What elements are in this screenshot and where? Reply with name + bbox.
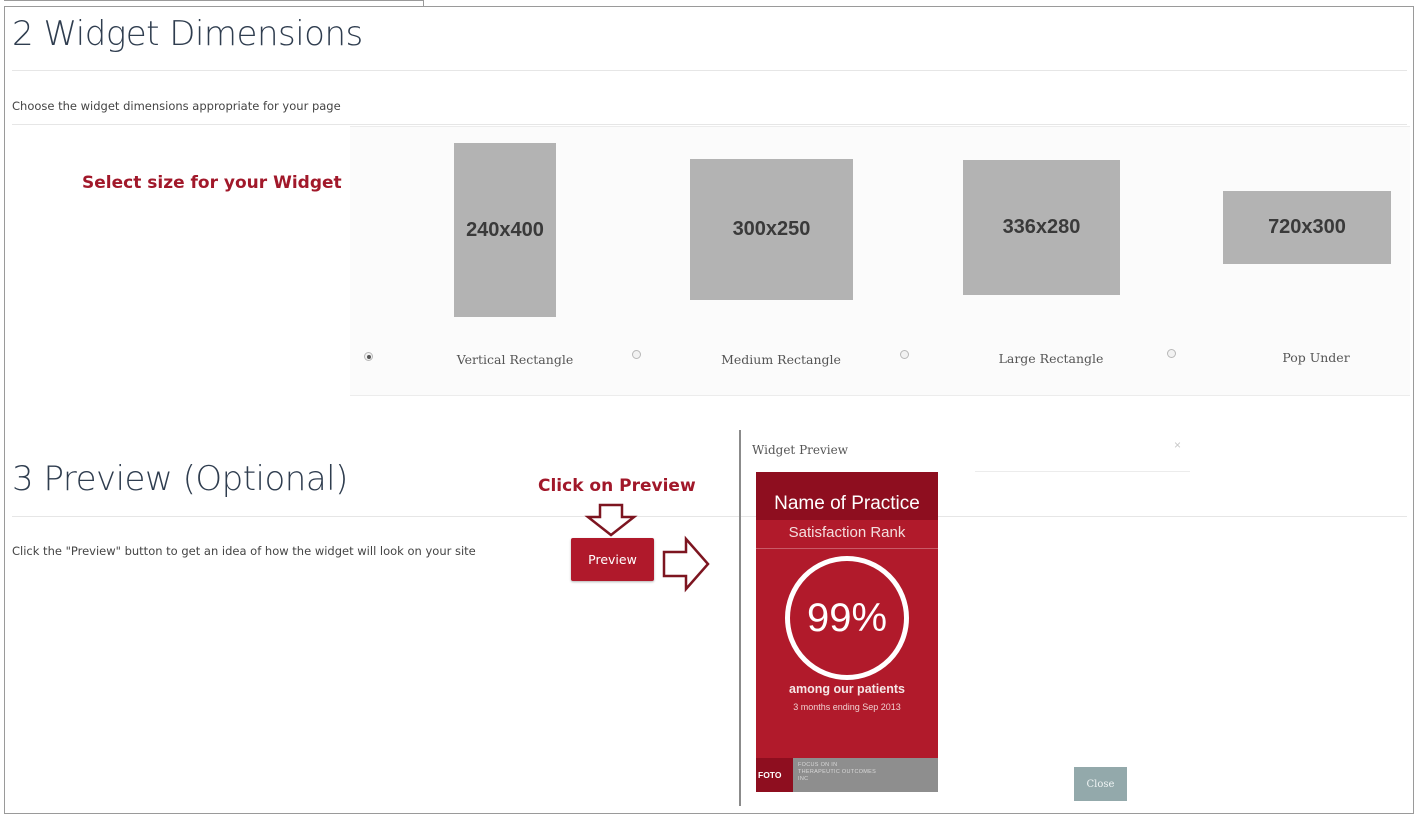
size-option-336x280-preview[interactable]: 336x280 xyxy=(963,160,1120,295)
down-arrow-icon xyxy=(584,503,638,537)
widget-among-text: among our patients xyxy=(789,682,905,696)
size-option-720x300-preview[interactable]: 720x300 xyxy=(1223,191,1391,264)
modal-left-border xyxy=(739,430,741,806)
widget-percent: 99% xyxy=(806,595,888,640)
modal-header-divider xyxy=(975,471,1190,472)
right-arrow-icon xyxy=(662,535,710,593)
select-size-annotation: Select size for your Widget xyxy=(82,173,342,193)
widget-percent-ring: 99% xyxy=(785,556,909,680)
label-large-rectangle: Large Rectangle xyxy=(998,351,1104,366)
widget-footer-gray: FOCUS ON IN THERAPEUTIC OUTCOMES INC xyxy=(793,758,938,792)
preview-button[interactable]: Preview xyxy=(571,538,654,581)
radio-pop-under[interactable] xyxy=(1167,349,1176,358)
foto-logo: FOTO xyxy=(758,770,782,780)
click-preview-annotation: Click on Preview xyxy=(538,476,696,496)
label-pop-under: Pop Under xyxy=(1282,350,1350,365)
label-medium-rectangle: Medium Rectangle xyxy=(721,352,841,367)
modal-title: Widget Preview xyxy=(752,443,848,457)
label-vertical-rectangle: Vertical Rectangle xyxy=(456,352,574,367)
section-3-title: 3 Preview (Optional) xyxy=(12,459,348,499)
section-3-divider xyxy=(12,516,1407,517)
widget-practice-name: Name of Practice xyxy=(756,472,938,520)
section-2-divider-2 xyxy=(12,124,1407,125)
radio-large-rectangle[interactable] xyxy=(900,350,909,359)
widget-rank-label: Satisfaction Rank xyxy=(788,524,906,541)
radio-vertical-rectangle[interactable] xyxy=(364,352,373,361)
widget-separator xyxy=(756,548,938,549)
widget-brand-text: FOCUS ON IN THERAPEUTIC OUTCOMES INC xyxy=(798,762,877,782)
close-icon[interactable]: × xyxy=(1174,438,1181,452)
widget-period-text: 3 months ending Sep 2013 xyxy=(793,702,901,712)
size-option-240x400-preview[interactable]: 240x400 xyxy=(454,143,556,317)
tab-stub xyxy=(4,0,424,7)
section-2-divider xyxy=(12,70,1407,71)
section-2-title: 2 Widget Dimensions xyxy=(12,14,363,54)
close-button[interactable]: Close xyxy=(1074,767,1127,801)
widget-footer: FOTO FOCUS ON IN THERAPEUTIC OUTCOMES IN… xyxy=(756,758,938,792)
radio-medium-rectangle[interactable] xyxy=(632,350,641,359)
section-2-description: Choose the widget dimensions appropriate… xyxy=(12,99,341,113)
size-option-300x250-preview[interactable]: 300x250 xyxy=(690,159,853,300)
section-3-description: Click the "Preview" button to get an ide… xyxy=(12,544,476,558)
widget-preview: Name of Practice Satisfaction Rank 99% a… xyxy=(756,472,938,792)
